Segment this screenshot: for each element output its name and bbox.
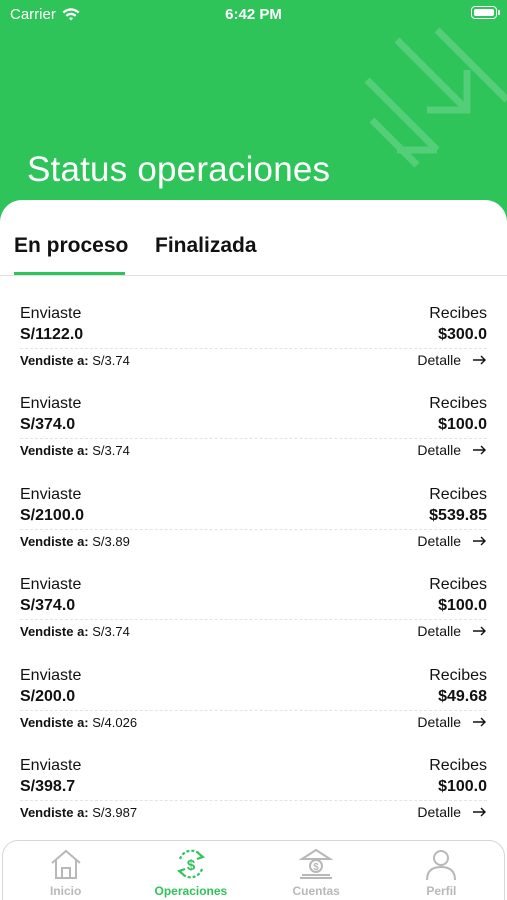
detail-link[interactable]: Detalle [417, 623, 487, 639]
detail-label: Detalle [417, 623, 461, 640]
divider [20, 348, 487, 349]
tab-en-proceso[interactable]: En proceso [14, 234, 128, 258]
receive-amount: $100.0 [438, 416, 487, 434]
status-tabs: En proceso Finalizada [0, 230, 507, 276]
list-item: Enviaste Recibes S/1122.0 $300.0 Vendist… [0, 305, 507, 395]
arrow-right-icon [473, 536, 486, 546]
detail-link[interactable]: Detalle [417, 442, 487, 458]
detail-label: Detalle [417, 532, 461, 549]
rate-label: Vendiste a: [20, 804, 89, 820]
sent-label: Enviaste [20, 305, 82, 322]
sent-amount: S/1122.0 [20, 326, 84, 343]
rate-value: S/3.74 [92, 624, 130, 640]
rate-label: Vendiste a: [20, 443, 89, 459]
exchange-arrows-watermark-icon [364, 27, 507, 168]
tab-cuentas-label: Cuentas [292, 884, 340, 898]
rate-text: Vendiste a: S/3.74 [20, 353, 130, 368]
page-title: Status operaciones [27, 150, 331, 189]
rate-label: Vendiste a: [20, 624, 89, 640]
arrow-right-icon [473, 445, 486, 455]
receive-label: Recibes [429, 666, 487, 684]
rate-label: Vendiste a: [20, 533, 89, 549]
list-item: Enviaste Recibes S/2100.0 $539.85 Vendis… [0, 486, 507, 576]
arrow-right-icon [473, 717, 486, 727]
detail-link[interactable]: Detalle [417, 352, 487, 368]
sent-amount: S/374.0 [20, 597, 76, 615]
rate-value: S/3.74 [92, 443, 130, 459]
home-icon [50, 849, 81, 879]
arrow-right-icon [473, 807, 486, 817]
rate-label: Vendiste a: [20, 353, 89, 368]
operations-card: En proceso Finalizada Enviaste Recibes S… [0, 200, 507, 840]
tab-cuentas[interactable]: $ Cuentas [254, 841, 379, 900]
tab-inicio-label: Inicio [49, 884, 82, 898]
divider [20, 709, 487, 711]
rate-value: S/4.026 [92, 714, 138, 730]
active-tab-indicator [14, 272, 125, 275]
list-item: Enviaste Recibes S/374.0 $100.0 Vendiste… [0, 395, 507, 485]
tab-operaciones-label: Operaciones [154, 884, 228, 898]
detail-label: Detalle [417, 352, 461, 368]
operations-list: Enviaste Recibes S/1122.0 $300.0 Vendist… [0, 305, 507, 847]
rate-text: Vendiste a: S/4.026 [20, 715, 137, 730]
detail-link[interactable]: Detalle [417, 804, 487, 820]
divider [20, 619, 487, 621]
rate-value: S/3.987 [92, 804, 138, 820]
rate-text: Vendiste a: S/3.987 [20, 805, 137, 820]
rate-value: S/3.89 [92, 533, 130, 549]
detail-label: Detalle [417, 442, 461, 459]
detail-label: Detalle [417, 803, 461, 820]
svg-text:$: $ [187, 857, 196, 874]
sent-amount: S/200.0 [20, 687, 76, 705]
exchange-icon: $ [176, 849, 205, 879]
receive-label: Recibes [429, 485, 487, 503]
bottom-tab-bar: Inicio $ Operaciones $ Cuentas Perfil [2, 840, 505, 900]
rate-text: Vendiste a: S/3.89 [20, 534, 130, 549]
rate-text: Vendiste a: S/3.74 [20, 624, 130, 639]
rate-label: Vendiste a: [20, 714, 89, 730]
detail-label: Detalle [417, 713, 461, 730]
sent-amount: S/2100.0 [20, 506, 85, 524]
sent-amount: S/374.0 [20, 416, 76, 434]
arrow-right-icon [473, 355, 486, 365]
tab-finalizada[interactable]: Finalizada [155, 234, 257, 258]
user-icon [426, 850, 457, 881]
receive-amount: $49.68 [438, 687, 487, 705]
divider [20, 799, 487, 801]
sent-label: Enviaste [20, 576, 82, 594]
tab-operaciones[interactable]: $ Operaciones [128, 841, 253, 900]
receive-amount: $100.0 [438, 777, 487, 795]
sent-label: Enviaste [20, 485, 82, 503]
battery-icon [471, 6, 500, 19]
tab-perfil[interactable]: Perfil [379, 841, 504, 900]
receive-amount: $539.85 [429, 506, 487, 524]
sent-label: Enviaste [20, 756, 82, 774]
tab-perfil-label: Perfil [426, 884, 457, 898]
receive-amount: $100.0 [438, 597, 487, 615]
receive-label: Recibes [429, 395, 487, 413]
receive-label: Recibes [429, 756, 487, 774]
detail-link[interactable]: Detalle [417, 533, 487, 549]
sent-label: Enviaste [20, 666, 82, 684]
bank-icon: $ [298, 848, 334, 879]
rate-value: S/3.74 [92, 353, 130, 368]
arrow-right-icon [473, 626, 486, 636]
sent-amount: S/398.7 [20, 777, 76, 795]
tab-inicio[interactable]: Inicio [3, 841, 128, 900]
receive-label: Recibes [429, 305, 487, 322]
receive-label: Recibes [429, 576, 487, 594]
detail-link[interactable]: Detalle [417, 714, 487, 730]
divider [20, 438, 487, 440]
list-item: Enviaste Recibes S/374.0 $100.0 Vendiste… [0, 576, 507, 666]
receive-amount: $300.0 [438, 326, 487, 343]
sent-label: Enviaste [20, 395, 82, 413]
list-item: Enviaste Recibes S/200.0 $49.68 Vendiste… [0, 667, 507, 757]
rate-text: Vendiste a: S/3.74 [20, 443, 130, 458]
list-item: Enviaste Recibes S/398.7 $100.0 Vendiste… [0, 757, 507, 847]
svg-text:$: $ [313, 862, 319, 873]
divider [20, 528, 487, 530]
